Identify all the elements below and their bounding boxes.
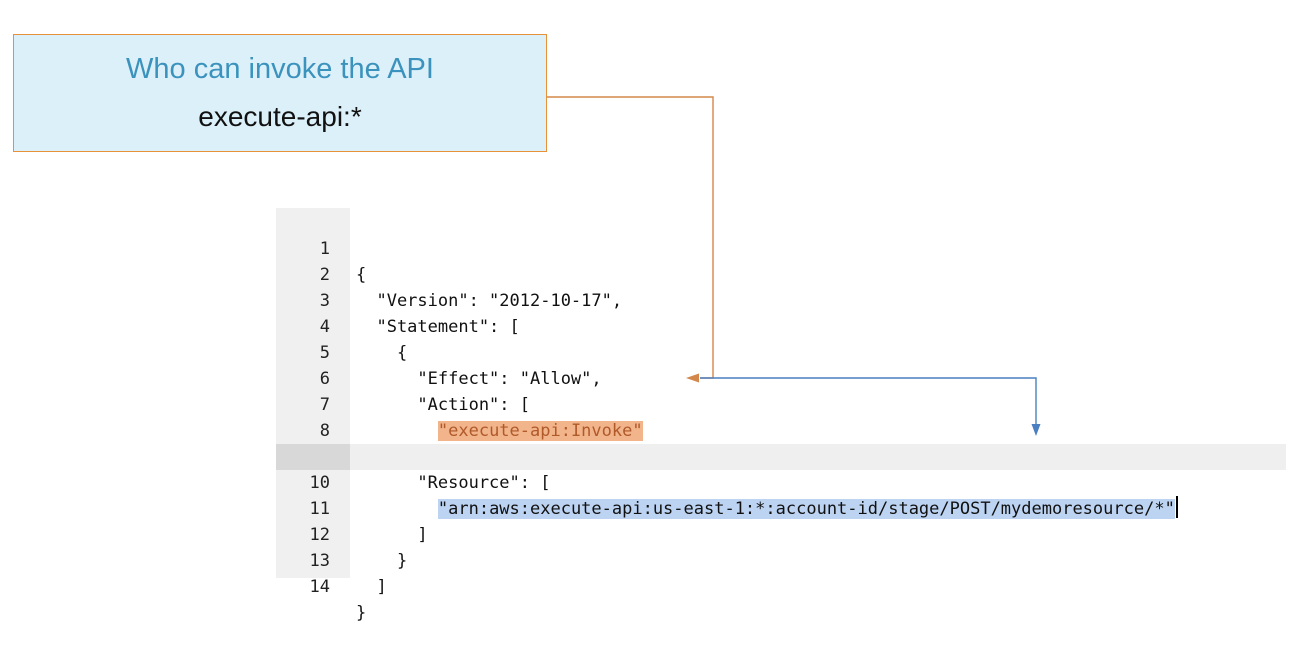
code-line: 13 ] bbox=[276, 522, 1286, 597]
callout-subtitle: execute-api:* bbox=[198, 101, 362, 132]
code-line: 2 "Version": "2012-10-17", bbox=[276, 236, 1286, 311]
code-line: 11 ] bbox=[276, 470, 1286, 545]
code-line-resource[interactable]: 10 "arn:aws:execute-api:us-east-1:*:acco… bbox=[276, 444, 1286, 519]
code-text: ] bbox=[356, 577, 387, 597]
line-number: 14 bbox=[309, 577, 330, 597]
code-line: 9 "Resource": [ bbox=[276, 418, 1286, 493]
code-line: 4 { bbox=[276, 288, 1286, 363]
code-line: 6 "Action": [ bbox=[276, 340, 1286, 415]
code-text: } bbox=[356, 603, 367, 623]
code-line: 1 { bbox=[276, 210, 1286, 285]
code-line: 12 } bbox=[276, 496, 1286, 571]
code-line: 3 "Statement": [ bbox=[276, 262, 1286, 337]
callout-box: Who can invoke the API execute-api:* bbox=[13, 34, 547, 152]
code-editor: 1 { 2 "Version": "2012-10-17", 3 "Statem… bbox=[276, 208, 1286, 623]
code-line-action: 7 "execute-api:Invoke" bbox=[276, 366, 1286, 441]
code-line: 14 } bbox=[276, 548, 1286, 623]
callout-title: Who can invoke the API bbox=[126, 53, 434, 85]
code-line: 5 "Effect": "Allow", bbox=[276, 314, 1286, 389]
code-line: 8 ], bbox=[276, 392, 1286, 467]
